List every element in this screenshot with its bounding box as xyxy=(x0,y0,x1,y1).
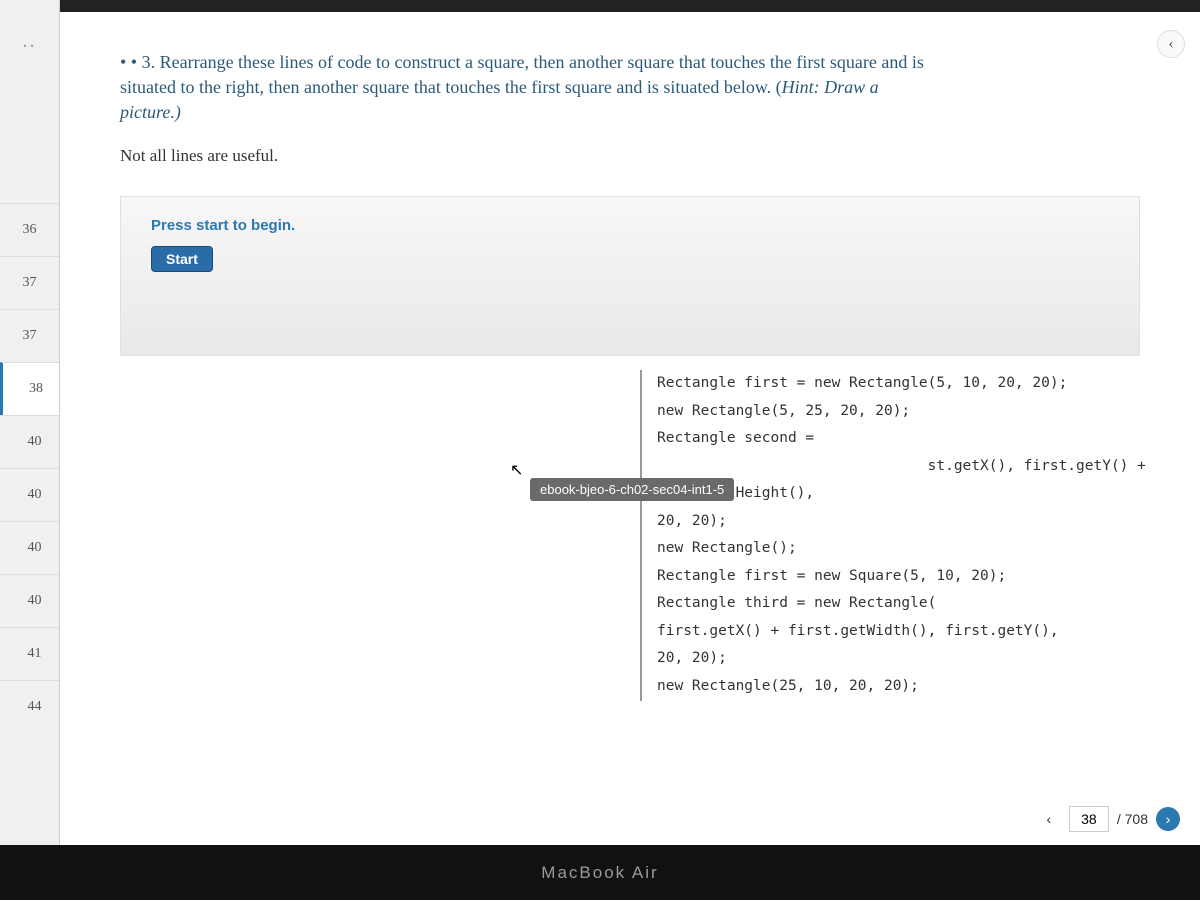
code-lines-panel: Rectangle first = new Rectangle(5, 10, 2… xyxy=(640,370,1160,701)
collapse-button[interactable]: ‹ xyxy=(1157,30,1185,58)
thumb-44[interactable]: 44 xyxy=(0,680,59,733)
next-page-button[interactable]: › xyxy=(1156,807,1180,831)
problem-line1: Rearrange these lines of code to constru… xyxy=(160,52,924,72)
thumb-40a[interactable]: 40 xyxy=(0,415,59,468)
main-content: ‹ • • 3. Rearrange these lines of code t… xyxy=(60,0,1200,900)
page-number-input[interactable] xyxy=(1069,806,1109,832)
code-line[interactable]: new Rectangle(5, 25, 20, 20); xyxy=(657,398,1160,426)
code-line[interactable]: Rectangle first = new Rectangle(5, 10, 2… xyxy=(657,370,1160,398)
problem-line2: situated to the right, then another squa… xyxy=(120,77,782,97)
problem-block: • • 3. Rearrange these lines of code to … xyxy=(120,50,1140,166)
code-line[interactable]: new Rectangle(); xyxy=(657,535,1160,563)
problem-text: • • 3. Rearrange these lines of code to … xyxy=(120,50,1140,126)
thumbnail-sidebar: .. 36 37 37 38 40 40 40 40 41 44 xyxy=(0,0,60,900)
problem-number: 3. xyxy=(142,52,156,72)
thumb-37a[interactable]: 37 xyxy=(0,256,59,309)
sidebar-ellipsis: .. xyxy=(0,30,59,203)
page-total: / 708 xyxy=(1117,811,1148,827)
bullet-icon: • • xyxy=(120,52,137,72)
hint-label: Hint: xyxy=(782,77,820,97)
thumb-41[interactable]: 41 xyxy=(0,627,59,680)
prev-page-button[interactable]: ‹ xyxy=(1037,807,1061,831)
code-line[interactable]: Rectangle third = new Rectangle( xyxy=(657,590,1160,618)
press-start-label: Press start to begin. xyxy=(151,217,1109,234)
cursor-icon: ↖ xyxy=(510,460,523,480)
code-line[interactable]: 20, 20); xyxy=(657,508,1160,536)
code-line[interactable]: first.getX() + first.getWidth(), first.g… xyxy=(657,618,1160,646)
exercise-box: Press start to begin. Start xyxy=(120,196,1140,356)
start-button[interactable]: Start xyxy=(151,246,213,272)
thumb-40b[interactable]: 40 xyxy=(0,468,59,521)
page-wrapper: .. 36 37 37 38 40 40 40 40 41 44 ‹ • • 3… xyxy=(0,0,1200,900)
thumb-37b[interactable]: 37 xyxy=(0,309,59,362)
problem-line3: picture.) xyxy=(120,102,181,122)
thumb-40c[interactable]: 40 xyxy=(0,521,59,574)
thumb-38[interactable]: 38 xyxy=(0,362,59,415)
code-line[interactable]: 20, 20); xyxy=(657,645,1160,673)
device-label: MacBook Air xyxy=(541,863,658,882)
hint-text: Draw a xyxy=(820,77,879,97)
browser-tooltip: ebook-bjeo-6-ch02-sec04-int1-5 xyxy=(530,478,734,501)
not-useful-text: Not all lines are useful. xyxy=(120,146,1140,166)
top-dark-bar xyxy=(60,0,1200,12)
code-line[interactable]: Rectangle first = new Square(5, 10, 20); xyxy=(657,563,1160,591)
code-line[interactable]: new Rectangle(25, 10, 20, 20); xyxy=(657,673,1160,701)
code-line[interactable]: Rectangle second = xyxy=(657,425,1160,453)
device-label-bar: MacBook Air xyxy=(0,845,1200,900)
page-navigator: ‹ / 708 › xyxy=(1037,806,1180,832)
thumb-36[interactable]: 36 xyxy=(0,203,59,256)
thumb-40d[interactable]: 40 xyxy=(0,574,59,627)
